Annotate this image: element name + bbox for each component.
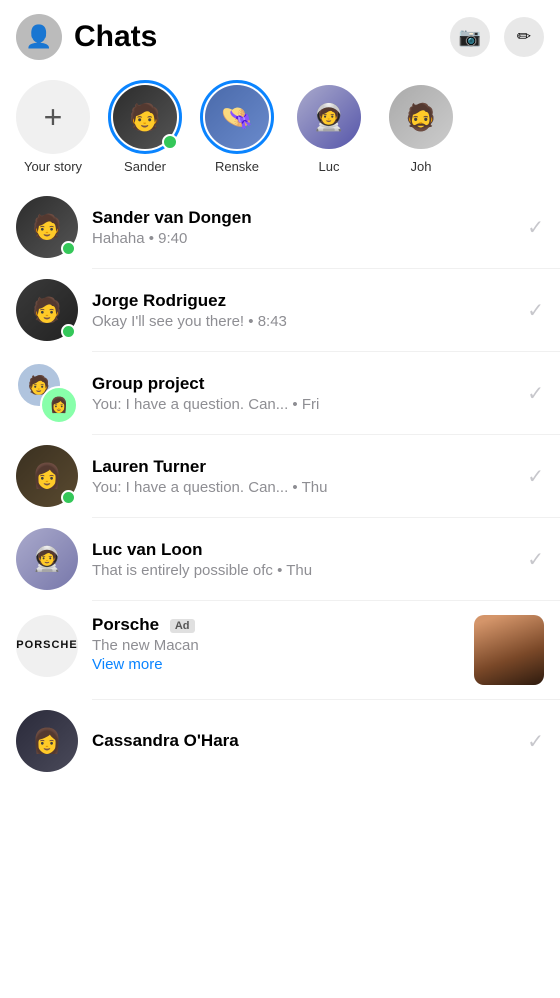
story-label-renske: Renske <box>215 159 259 174</box>
group-avatar-2: 👩 <box>40 386 78 424</box>
compose-icon: ✏ <box>517 27 531 47</box>
chat-item-sander[interactable]: 🧑 Sander van Dongen Hahaha • 9:40 ✓ <box>0 186 560 268</box>
chat-avatar-wrap-sander: 🧑 <box>16 196 78 258</box>
check-icon-cassandra: ✓ <box>527 729 544 754</box>
check-icon-group: ✓ <box>527 381 544 406</box>
chat-preview-group: You: I have a question. Can... • Fri <box>92 396 513 413</box>
compose-button[interactable]: ✏ <box>504 17 544 57</box>
chat-avatar-luc: 🧑‍🚀 <box>16 528 78 590</box>
chat-name-group: Group project <box>92 374 513 394</box>
chat-preview-lauren: You: I have a question. Can... • Thu <box>92 479 513 496</box>
chat-info-jorge: Jorge Rodriguez Okay I'll see you there!… <box>92 291 513 330</box>
story-avatar-joh: 🧔 <box>389 85 453 149</box>
check-icon-lauren: ✓ <box>527 464 544 489</box>
chat-avatar-wrap-group: 🧑 👩 <box>16 362 78 424</box>
story-label-sander: Sander <box>124 159 166 174</box>
camera-button[interactable]: 📷 <box>450 17 490 57</box>
view-more-link[interactable]: View more <box>92 656 460 673</box>
chat-preview-jorge: Okay I'll see you there! • 8:43 <box>92 313 513 330</box>
chat-name-lauren: Lauren Turner <box>92 457 513 477</box>
story-ring-luc: 🧑‍🚀 <box>292 80 366 154</box>
story-item-sander[interactable]: 🧑 Sander <box>108 80 182 174</box>
user-avatar[interactable]: 👤 <box>16 14 62 60</box>
story-avatar-renske: 👒 <box>205 85 269 149</box>
page-title: Chats <box>74 20 450 54</box>
porsche-logo: PORSCHE <box>16 639 77 652</box>
chat-info-porsche: Porsche Ad The new Macan View more <box>92 615 460 673</box>
chat-item-lauren[interactable]: 👩 Lauren Turner You: I have a question. … <box>0 435 560 517</box>
chat-name-cassandra: Cassandra O'Hara <box>92 731 513 751</box>
chat-item-luc[interactable]: 🧑‍🚀 Luc van Loon That is entirely possib… <box>0 518 560 600</box>
chat-preview-sander: Hahaha • 9:40 <box>92 230 513 247</box>
user-avatar-image: 👤 <box>16 14 62 60</box>
chat-name-sander: Sander van Dongen <box>92 208 513 228</box>
chat-avatar-porsche: PORSCHE <box>16 615 78 677</box>
check-icon-jorge: ✓ <box>527 298 544 323</box>
story-item-luc[interactable]: 🧑‍🚀 Luc <box>292 80 366 174</box>
chat-item-group[interactable]: 🧑 👩 Group project You: I have a question… <box>0 352 560 434</box>
chat-name-porsche: Porsche Ad <box>92 615 460 635</box>
chat-item-jorge[interactable]: 🧑 Jorge Rodriguez Okay I'll see you ther… <box>0 269 560 351</box>
chat-preview-luc: That is entirely possible ofc • Thu <box>92 562 513 579</box>
ad-thumb-image <box>474 615 544 685</box>
add-story-label: Your story <box>24 159 82 174</box>
story-label-luc: Luc <box>319 159 340 174</box>
ad-thumbnail <box>474 615 544 685</box>
chat-preview-porsche: The new Macan <box>92 637 460 654</box>
header: 👤 Chats 📷 ✏ <box>0 0 560 70</box>
add-story-item[interactable]: + Your story <box>16 80 90 174</box>
camera-icon: 📷 <box>459 27 481 48</box>
story-ring-sander: 🧑 <box>108 80 182 154</box>
chat-name-jorge: Jorge Rodriguez <box>92 291 513 311</box>
chat-avatar-wrap-jorge: 🧑 <box>16 279 78 341</box>
plus-icon: + <box>44 99 63 136</box>
chat-item-porsche[interactable]: PORSCHE Porsche Ad The new Macan View mo… <box>0 601 560 699</box>
chat-info-group: Group project You: I have a question. Ca… <box>92 374 513 413</box>
ad-badge: Ad <box>170 619 195 633</box>
online-dot-sander <box>61 241 76 256</box>
chat-avatar-wrap-lauren: 👩 <box>16 445 78 507</box>
chat-list: 🧑 Sander van Dongen Hahaha • 9:40 ✓ 🧑 Jo… <box>0 186 560 782</box>
chat-info-sander: Sander van Dongen Hahaha • 9:40 <box>92 208 513 247</box>
chat-item-cassandra[interactable]: 👩 Cassandra O'Hara ✓ <box>0 700 560 782</box>
chat-avatar-wrap-cassandra: 👩 <box>16 710 78 772</box>
story-item-renske[interactable]: 👒 Renske <box>200 80 274 174</box>
chat-group-stack: 🧑 👩 <box>16 362 78 424</box>
story-ring-joh: 🧔 <box>384 80 458 154</box>
check-icon-luc: ✓ <box>527 547 544 572</box>
chat-info-lauren: Lauren Turner You: I have a question. Ca… <box>92 457 513 496</box>
story-ring-renske: 👒 <box>200 80 274 154</box>
chat-avatar-wrap-porsche: PORSCHE <box>16 615 78 677</box>
story-item-joh[interactable]: 🧔 Joh <box>384 80 458 174</box>
header-actions: 📷 ✏ <box>450 17 544 57</box>
stories-row: + Your story 🧑 Sander 👒 Renske 🧑‍🚀 <box>0 70 560 178</box>
story-label-joh: Joh <box>411 159 432 174</box>
online-dot-lauren <box>61 490 76 505</box>
add-story-button[interactable]: + <box>16 80 90 154</box>
check-icon-sander: ✓ <box>527 215 544 240</box>
story-avatar-luc: 🧑‍🚀 <box>297 85 361 149</box>
online-indicator-sander <box>162 134 178 150</box>
chat-info-luc: Luc van Loon That is entirely possible o… <box>92 540 513 579</box>
chat-avatar-wrap-luc: 🧑‍🚀 <box>16 528 78 590</box>
chat-avatar-cassandra: 👩 <box>16 710 78 772</box>
chat-name-luc: Luc van Loon <box>92 540 513 560</box>
online-dot-jorge <box>61 324 76 339</box>
chat-info-cassandra: Cassandra O'Hara <box>92 731 513 751</box>
